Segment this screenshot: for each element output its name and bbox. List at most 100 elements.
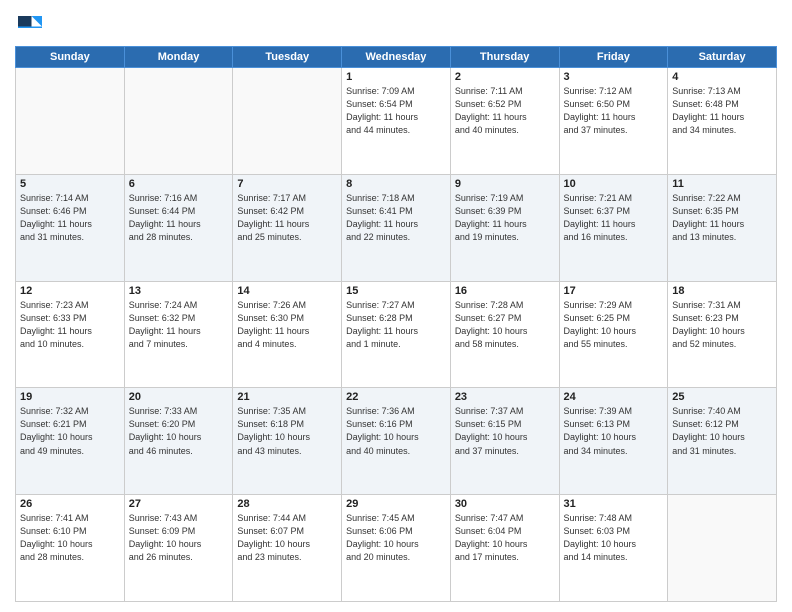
day-info: Sunrise: 7:17 AM Sunset: 6:42 PM Dayligh…: [237, 192, 337, 244]
day-info: Sunrise: 7:13 AM Sunset: 6:48 PM Dayligh…: [672, 85, 772, 137]
day-info: Sunrise: 7:40 AM Sunset: 6:12 PM Dayligh…: [672, 405, 772, 457]
calendar-header-row: SundayMondayTuesdayWednesdayThursdayFrid…: [16, 47, 777, 68]
day-number: 25: [672, 391, 772, 403]
day-info: Sunrise: 7:36 AM Sunset: 6:16 PM Dayligh…: [346, 405, 446, 457]
calendar-day-25: 25 Sunrise: 7:40 AM Sunset: 6:12 PM Dayli…: [668, 388, 777, 495]
calendar-week-row: 12 Sunrise: 7:23 AM Sunset: 6:33 PM Dayli…: [16, 281, 777, 388]
calendar-week-row: 19Sunrise: 7:32 AM Sunset: 6:21 PM Dayli…: [16, 388, 777, 495]
calendar-day-22: 22 Sunrise: 7:36 AM Sunset: 6:16 PM Dayli…: [342, 388, 451, 495]
day-info: Sunrise: 7:09 AM Sunset: 6:54 PM Dayligh…: [346, 85, 446, 137]
day-info: Sunrise: 7:45 AM Sunset: 6:06 PM Dayligh…: [346, 512, 446, 564]
calendar-day-18: 18 Sunrise: 7:31 AM Sunset: 6:23 PM Dayli…: [668, 281, 777, 388]
day-number: 11: [672, 178, 772, 190]
day-number: 3: [564, 71, 664, 83]
calendar-empty-cell: [233, 68, 342, 175]
day-number: 22: [346, 391, 446, 403]
day-info: Sunrise: 7:32 AM Sunset: 6:21 PM Dayligh…: [20, 405, 120, 457]
calendar-day-16: 16 Sunrise: 7:28 AM Sunset: 6:27 PM Dayli…: [450, 281, 559, 388]
day-number: 18: [672, 285, 772, 297]
day-number: 20: [129, 391, 229, 403]
day-number: 12: [20, 285, 120, 297]
day-info: Sunrise: 7:26 AM Sunset: 6:30 PM Dayligh…: [237, 299, 337, 351]
day-info: Sunrise: 7:24 AM Sunset: 6:32 PM Dayligh…: [129, 299, 229, 351]
day-info: Sunrise: 7:11 AM Sunset: 6:52 PM Dayligh…: [455, 85, 555, 137]
day-info: Sunrise: 7:35 AM Sunset: 6:18 PM Dayligh…: [237, 405, 337, 457]
day-header-saturday: Saturday: [668, 47, 777, 68]
calendar-day-13: 13 Sunrise: 7:24 AM Sunset: 6:32 PM Dayli…: [124, 281, 233, 388]
header: [15, 10, 777, 40]
day-info: Sunrise: 7:47 AM Sunset: 6:04 PM Dayligh…: [455, 512, 555, 564]
day-info: Sunrise: 7:12 AM Sunset: 6:50 PM Dayligh…: [564, 85, 664, 137]
day-header-monday: Monday: [124, 47, 233, 68]
page: SundayMondayTuesdayWednesdayThursdayFrid…: [0, 0, 792, 612]
day-number: 13: [129, 285, 229, 297]
day-info: Sunrise: 7:28 AM Sunset: 6:27 PM Dayligh…: [455, 299, 555, 351]
calendar-day-14: 14 Sunrise: 7:26 AM Sunset: 6:30 PM Dayli…: [233, 281, 342, 388]
day-info: Sunrise: 7:19 AM Sunset: 6:39 PM Dayligh…: [455, 192, 555, 244]
calendar-day-7: 7 Sunrise: 7:17 AM Sunset: 6:42 PM Daylig…: [233, 174, 342, 281]
day-number: 15: [346, 285, 446, 297]
day-number: 28: [237, 498, 337, 510]
calendar-empty-cell: [124, 68, 233, 175]
day-info: Sunrise: 7:21 AM Sunset: 6:37 PM Dayligh…: [564, 192, 664, 244]
day-number: 5: [20, 178, 120, 190]
day-info: Sunrise: 7:29 AM Sunset: 6:25 PM Dayligh…: [564, 299, 664, 351]
day-number: 8: [346, 178, 446, 190]
calendar-empty-cell: [16, 68, 125, 175]
day-info: Sunrise: 7:44 AM Sunset: 6:07 PM Dayligh…: [237, 512, 337, 564]
calendar-day-8: 8 Sunrise: 7:18 AM Sunset: 6:41 PM Daylig…: [342, 174, 451, 281]
calendar-day-27: 27Sunrise: 7:43 AM Sunset: 6:09 PM Dayli…: [124, 495, 233, 602]
day-number: 21: [237, 391, 337, 403]
calendar-week-row: 26 Sunrise: 7:41 AM Sunset: 6:10 PM Dayli…: [16, 495, 777, 602]
day-number: 30: [455, 498, 555, 510]
day-number: 23: [455, 391, 555, 403]
day-info: Sunrise: 7:31 AM Sunset: 6:23 PM Dayligh…: [672, 299, 772, 351]
day-info: Sunrise: 7:22 AM Sunset: 6:35 PM Dayligh…: [672, 192, 772, 244]
calendar-day-21: 21 Sunrise: 7:35 AM Sunset: 6:18 PM Dayli…: [233, 388, 342, 495]
day-number: 27: [129, 498, 229, 510]
day-number: 1: [346, 71, 446, 83]
day-info: Sunrise: 7:33 AM Sunset: 6:20 PM Dayligh…: [129, 405, 229, 457]
calendar-day-30: 30 Sunrise: 7:47 AM Sunset: 6:04 PM Dayli…: [450, 495, 559, 602]
day-number: 14: [237, 285, 337, 297]
day-number: 31: [564, 498, 664, 510]
day-number: 2: [455, 71, 555, 83]
calendar-day-29: 29Sunrise: 7:45 AM Sunset: 6:06 PM Dayli…: [342, 495, 451, 602]
day-number: 6: [129, 178, 229, 190]
day-header-sunday: Sunday: [16, 47, 125, 68]
day-number: 4: [672, 71, 772, 83]
calendar-week-row: 1 Sunrise: 7:09 AM Sunset: 6:54 PM Daylig…: [16, 68, 777, 175]
day-info: Sunrise: 7:16 AM Sunset: 6:44 PM Dayligh…: [129, 192, 229, 244]
day-number: 26: [20, 498, 120, 510]
day-info: Sunrise: 7:37 AM Sunset: 6:15 PM Dayligh…: [455, 405, 555, 457]
day-info: Sunrise: 7:41 AM Sunset: 6:10 PM Dayligh…: [20, 512, 120, 564]
calendar-day-26: 26 Sunrise: 7:41 AM Sunset: 6:10 PM Dayli…: [16, 495, 125, 602]
day-header-tuesday: Tuesday: [233, 47, 342, 68]
calendar-day-5: 5Sunrise: 7:14 AM Sunset: 6:46 PM Daylig…: [16, 174, 125, 281]
day-info: Sunrise: 7:18 AM Sunset: 6:41 PM Dayligh…: [346, 192, 446, 244]
calendar-day-9: 9 Sunrise: 7:19 AM Sunset: 6:39 PM Daylig…: [450, 174, 559, 281]
calendar: SundayMondayTuesdayWednesdayThursdayFrid…: [15, 46, 777, 602]
day-info: Sunrise: 7:23 AM Sunset: 6:33 PM Dayligh…: [20, 299, 120, 351]
calendar-day-31: 31Sunrise: 7:48 AM Sunset: 6:03 PM Dayli…: [559, 495, 668, 602]
calendar-day-4: 4 Sunrise: 7:13 AM Sunset: 6:48 PM Daylig…: [668, 68, 777, 175]
day-header-thursday: Thursday: [450, 47, 559, 68]
day-number: 24: [564, 391, 664, 403]
day-header-wednesday: Wednesday: [342, 47, 451, 68]
calendar-day-19: 19Sunrise: 7:32 AM Sunset: 6:21 PM Dayli…: [16, 388, 125, 495]
calendar-day-23: 23 Sunrise: 7:37 AM Sunset: 6:15 PM Dayli…: [450, 388, 559, 495]
logo: [15, 10, 49, 40]
calendar-day-12: 12 Sunrise: 7:23 AM Sunset: 6:33 PM Dayli…: [16, 281, 125, 388]
day-number: 16: [455, 285, 555, 297]
calendar-day-20: 20 Sunrise: 7:33 AM Sunset: 6:20 PM Dayli…: [124, 388, 233, 495]
calendar-day-1: 1 Sunrise: 7:09 AM Sunset: 6:54 PM Daylig…: [342, 68, 451, 175]
day-number: 7: [237, 178, 337, 190]
calendar-day-15: 15Sunrise: 7:27 AM Sunset: 6:28 PM Dayli…: [342, 281, 451, 388]
calendar-day-11: 11 Sunrise: 7:22 AM Sunset: 6:35 PM Dayli…: [668, 174, 777, 281]
day-number: 10: [564, 178, 664, 190]
calendar-day-2: 2 Sunrise: 7:11 AM Sunset: 6:52 PM Daylig…: [450, 68, 559, 175]
day-number: 9: [455, 178, 555, 190]
calendar-day-3: 3 Sunrise: 7:12 AM Sunset: 6:50 PM Daylig…: [559, 68, 668, 175]
day-number: 17: [564, 285, 664, 297]
calendar-day-6: 6 Sunrise: 7:16 AM Sunset: 6:44 PM Daylig…: [124, 174, 233, 281]
